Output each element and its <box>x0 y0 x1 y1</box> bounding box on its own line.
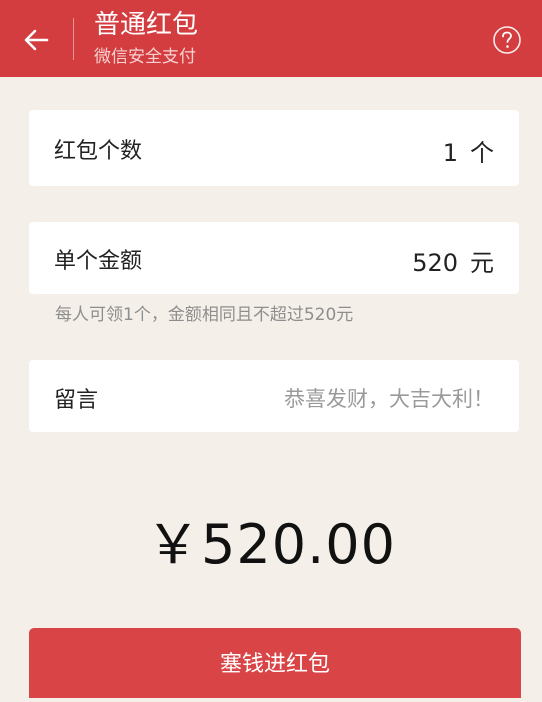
page-subtitle: 微信安全支付 <box>94 47 196 67</box>
submit-button[interactable]: 塞钱进红包 <box>29 628 521 698</box>
amount-input[interactable]: 520 元 <box>412 243 494 278</box>
help-button[interactable] <box>492 25 522 55</box>
message-row[interactable]: 留言 恭喜发财，大吉大利！ <box>29 360 519 432</box>
count-input[interactable]: 1个 <box>443 133 494 168</box>
top-bar: 普通红包 微信安全支付 <box>0 0 542 77</box>
amount-row[interactable]: 单个金额 520 元 <box>29 222 519 294</box>
message-input[interactable]: 恭喜发财，大吉大利！ <box>284 383 494 413</box>
count-label: 红包个数 <box>54 139 143 164</box>
amount-hint: 每人可领1个，金额相同且不超过520元 <box>55 305 354 325</box>
message-label: 留言 <box>54 388 99 413</box>
help-circle-icon <box>493 26 521 54</box>
total-amount: ￥520.00 <box>146 513 396 576</box>
amount-value: 520 <box>412 249 458 277</box>
amount-unit: 元 <box>470 249 494 277</box>
count-row[interactable]: 红包个数 1个 <box>29 110 519 186</box>
back-arrow-icon <box>24 29 49 51</box>
count-value: 1 <box>442 139 458 167</box>
header-divider <box>73 18 74 60</box>
back-button[interactable] <box>16 22 56 58</box>
count-unit: 个 <box>470 139 494 167</box>
amount-label: 单个金额 <box>54 249 143 274</box>
page-title: 普通红包 <box>94 10 199 40</box>
